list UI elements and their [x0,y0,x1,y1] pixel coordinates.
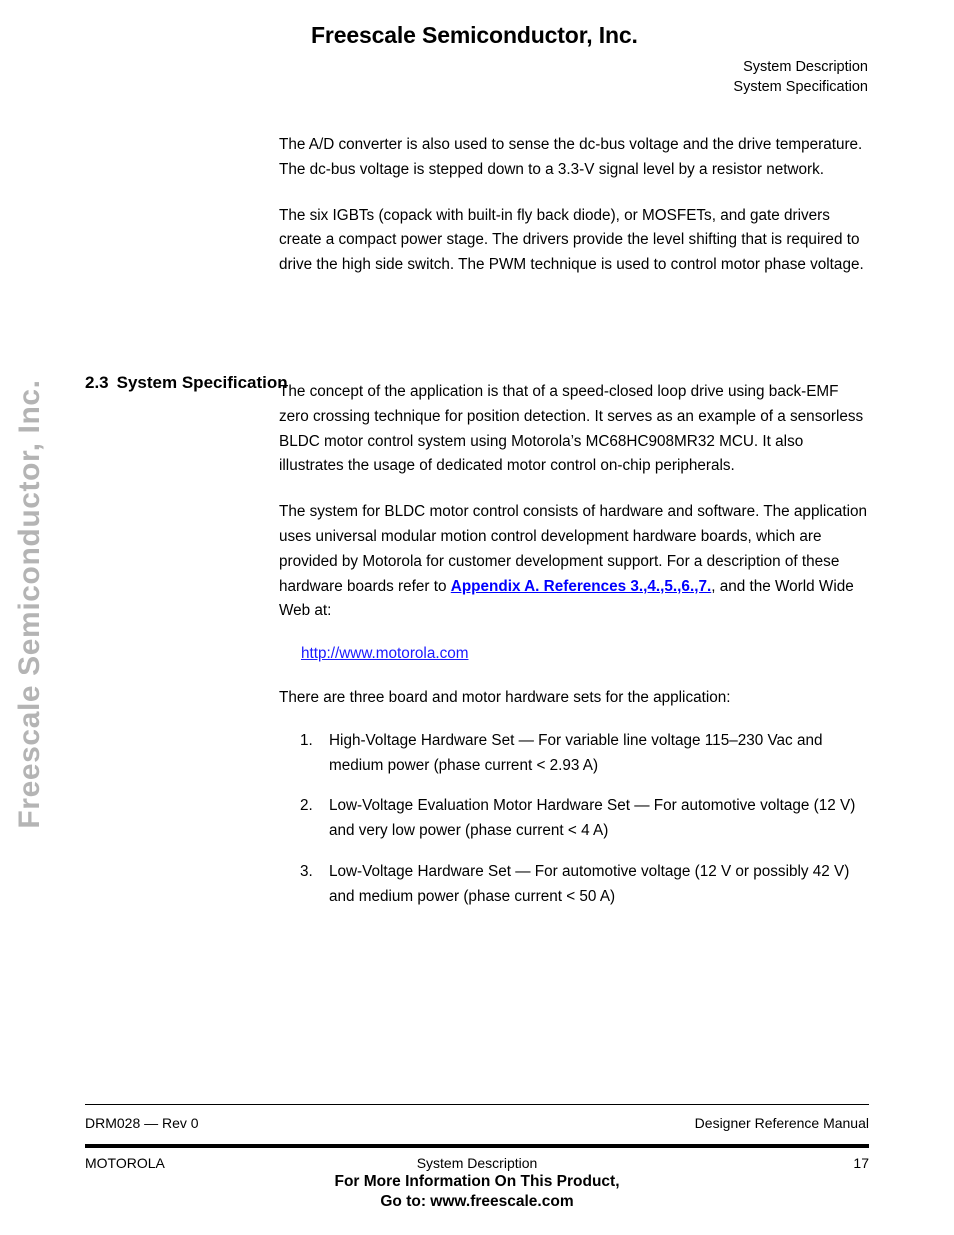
footer-chapter: System Description [416,1155,538,1171]
brand-title: Freescale Semiconductor, Inc. [311,22,638,48]
motorola-website-link[interactable]: http://www.motorola.com [301,645,468,662]
section-title: System Specification [116,373,288,392]
header-chapter-name: System Description [743,59,868,75]
main-content: The A/D converter is also used to sense … [279,133,869,926]
footer-page-number: 17 [853,1155,869,1171]
section-number: 2.3 [85,373,109,392]
footer-divider-thin [85,1104,869,1105]
appendix-a-references-link[interactable]: Appendix A. References 3.,4.,5.,6.,7. [451,578,711,595]
list-item-number: 2. [300,797,313,815]
paragraph-three-sets: There are three board and motor hardware… [279,688,731,706]
hardware-sets-list: 1. High-Voltage Hardware Set — For variab… [279,729,869,910]
list-item: 2. Low-Voltage Evaluation Motor Hardware … [279,794,869,844]
watermark-sidebar: Freescale Semiconductor, Inc. [0,0,62,1235]
promo-line-1: For More Information On This Product, [334,1173,620,1190]
list-item-text: High-Voltage Hardware Set — For variable… [329,731,823,774]
header-running-head: System Description System Specification [733,57,868,97]
footer-manual-type: Designer Reference Manual [694,1115,869,1131]
list-item: 3. Low-Voltage Hardware Set — For automot… [279,860,869,910]
section-heading: 2.3 System Specification [85,373,288,393]
promo-banner: For More Information On This Product, Go… [0,1172,954,1212]
list-item-number: 1. [300,731,313,749]
paragraph-ad-converter: The A/D converter is also used to sense … [279,136,863,178]
page-header: Freescale Semiconductor, Inc. System Des… [0,0,954,120]
motorola-url-line: http://www.motorola.com [279,642,869,667]
list-item-text: Low-Voltage Hardware Set — For automotiv… [329,862,850,905]
footer-upper-row: DRM028 — Rev 0 Designer Reference Manual [85,1115,869,1131]
paragraph-concept: The concept of the application is that o… [279,382,864,475]
header-section-name: System Specification [733,79,868,95]
footer-divider-thick [85,1144,869,1148]
watermark-text: Freescale Semiconductor, Inc. [13,379,46,829]
paragraph-igbt: The six IGBTs (copack with built-in fly … [279,206,864,274]
section-heading-spacer [279,299,869,380]
paragraph-system-hardware: The system for BLDC motor control consis… [279,500,869,624]
list-item-text: Low-Voltage Evaluation Motor Hardware Se… [329,797,856,840]
promo-line-2: Go to: www.freescale.com [380,1193,574,1210]
list-item-number: 3. [300,862,313,880]
footer-doc-rev: DRM028 — Rev 0 [85,1115,199,1131]
list-item: 1. High-Voltage Hardware Set — For variab… [279,729,869,779]
